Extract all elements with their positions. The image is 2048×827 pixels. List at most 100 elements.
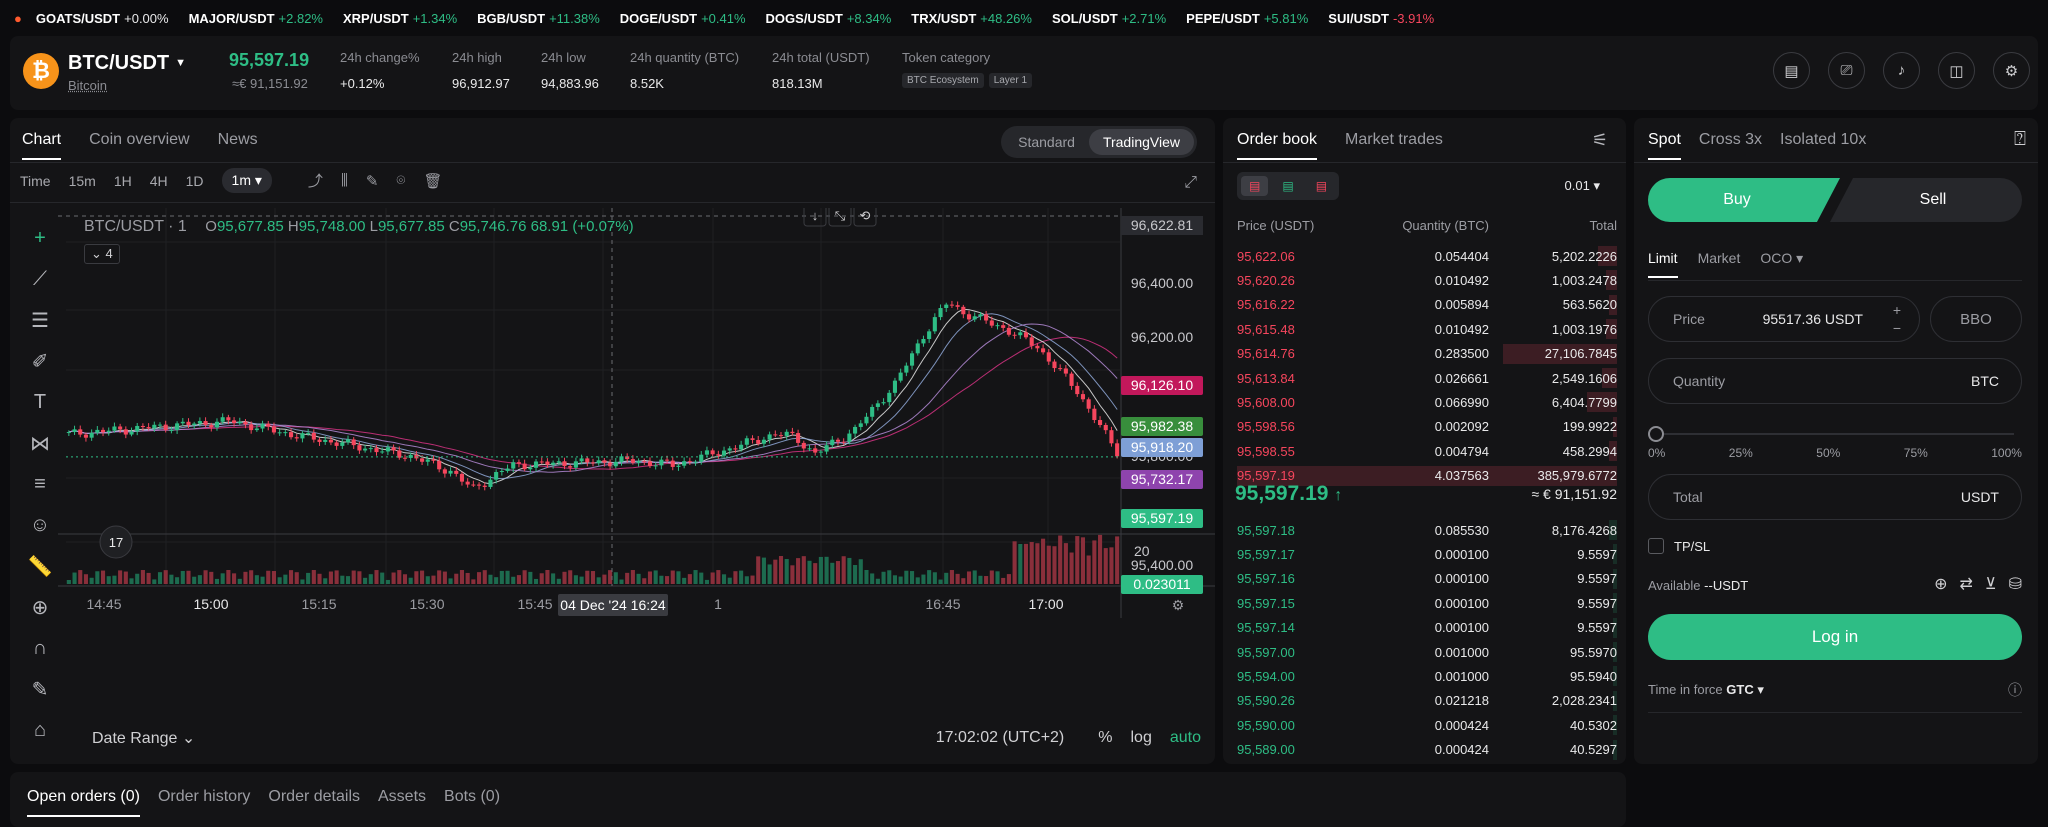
bid-row[interactable]: 95,589.00 0.000424 40.5297 xyxy=(1237,738,1617,762)
bid-row[interactable]: 95,597.15 0.000100 9.5597 xyxy=(1237,591,1617,615)
tab-assets[interactable]: Assets xyxy=(378,788,426,817)
coin-name-link[interactable]: Bitcoin xyxy=(68,78,107,93)
brush-icon[interactable]: ✐ xyxy=(20,341,60,382)
order-type-oco[interactable]: OCO ▾ xyxy=(1760,250,1803,278)
login-button[interactable]: Log in xyxy=(1648,614,2022,660)
ticker-item[interactable]: PEPE/USDT +5.81% xyxy=(1186,11,1308,26)
tag-layer1[interactable]: Layer 1 xyxy=(988,73,1033,88)
bid-row[interactable]: 95,590.26 0.021218 2,028.2341 xyxy=(1237,689,1617,713)
crosshair-icon[interactable]: + xyxy=(20,218,60,259)
view-tradingview[interactable]: TradingView xyxy=(1088,129,1194,155)
tab-chart[interactable]: Chart xyxy=(22,131,62,160)
scale-percent[interactable]: % xyxy=(1098,729,1112,747)
amount-slider[interactable] xyxy=(1648,424,2022,444)
view-standard[interactable]: Standard xyxy=(1004,129,1089,155)
quantity-input[interactable]: Quantity BTC xyxy=(1648,358,2022,404)
ask-row[interactable]: 95,598.56 0.002092 199.9922 xyxy=(1237,415,1617,439)
view-asks-icon[interactable]: ▤ xyxy=(1308,176,1335,196)
edit-lock-icon[interactable]: ✎ xyxy=(20,669,60,710)
ticker-item[interactable]: SOL/USDT +2.71% xyxy=(1052,11,1166,26)
ask-row[interactable]: 95,608.00 0.066990 6,404.7799 xyxy=(1237,390,1617,414)
text-icon[interactable]: T xyxy=(20,382,60,423)
ticker-item[interactable]: TRX/USDT +48.26% xyxy=(911,11,1032,26)
indicator-icon[interactable]: ⤴ xyxy=(308,170,323,191)
camera-icon[interactable]: ⌾ xyxy=(396,172,405,189)
timeframe-1m[interactable]: 1m ▾ xyxy=(221,168,272,193)
ask-row[interactable]: 95,615.48 0.010492 1,003.1976 xyxy=(1237,317,1617,341)
ticker-item[interactable]: BGB/USDT +11.38% xyxy=(477,11,600,26)
view-bids-icon[interactable]: ▤ xyxy=(1274,176,1301,196)
pencil-icon[interactable]: ✎ xyxy=(366,172,379,190)
robot-icon[interactable]: ⍰ xyxy=(2014,128,2026,151)
transfer-icon[interactable]: ⇄ xyxy=(1959,574,1972,594)
ticker-item[interactable]: SUI/USDT -3.91% xyxy=(1328,11,1434,26)
ticket-icon[interactable]: ⎚ xyxy=(1828,52,1865,89)
download-icon[interactable]: ⊻ xyxy=(1985,574,1997,594)
scale-log[interactable]: log xyxy=(1131,729,1152,747)
ticker-item[interactable]: GOATS/USDT +0.00% xyxy=(36,11,169,26)
tab-order-details[interactable]: Order details xyxy=(268,788,360,817)
buy-button[interactable]: Buy xyxy=(1648,178,1840,222)
timeframe-15m[interactable]: 15m xyxy=(69,173,96,189)
bid-row[interactable]: 95,597.17 0.000100 9.5597 xyxy=(1237,542,1617,566)
horizontal-lines-icon[interactable]: ☰ xyxy=(20,300,60,341)
ask-row[interactable]: 95,613.84 0.026661 2,549.1606 xyxy=(1237,366,1617,390)
book-icon[interactable]: ◫ xyxy=(1938,52,1975,89)
price-input[interactable]: Price 95517.36 USDT + − xyxy=(1648,296,1920,342)
order-type-market[interactable]: Market xyxy=(1698,250,1741,278)
zoom-in-icon[interactable]: ⊕ xyxy=(20,587,60,628)
bid-row[interactable]: 95,594.00 0.001000 95.5940 xyxy=(1237,664,1617,688)
tag-btc-ecosystem[interactable]: BTC Ecosystem xyxy=(902,73,984,88)
date-range-button[interactable]: Date Range ⌄ xyxy=(92,728,195,748)
ask-row[interactable]: 95,622.06 0.054404 5,202.2226 xyxy=(1237,244,1617,268)
fullscreen-icon[interactable]: ⤢ xyxy=(1184,174,1197,192)
ask-row[interactable]: 95,620.26 0.010492 1,003.2478 xyxy=(1237,268,1617,292)
bid-row[interactable]: 95,597.16 0.000100 9.5597 xyxy=(1237,567,1617,591)
trash-icon[interactable]: 🗑 xyxy=(423,172,442,190)
pattern-icon[interactable]: ⋈ xyxy=(20,423,60,464)
coins-icon[interactable]: ⛁ xyxy=(2009,574,2022,594)
ticker-item[interactable]: MAJOR/USDT +2.82% xyxy=(189,11,323,26)
tab-market-trades[interactable]: Market trades xyxy=(1345,131,1443,160)
tab-bots[interactable]: Bots (0) xyxy=(444,788,500,817)
sell-button[interactable]: Sell xyxy=(1830,178,2022,222)
pair-selector[interactable]: BTC/USDT ▼ xyxy=(68,52,186,75)
ticker-item[interactable]: DOGE/USDT +0.41% xyxy=(620,11,746,26)
trendline-icon[interactable]: ⟋ xyxy=(20,259,60,300)
bid-row[interactable]: 95,590.00 0.000424 40.5302 xyxy=(1237,713,1617,737)
ask-row[interactable]: 95,616.22 0.005894 563.5620 xyxy=(1237,293,1617,317)
candle-type-icon[interactable]: ⫼ xyxy=(341,172,348,189)
tab-cross[interactable]: Cross 3x xyxy=(1699,131,1762,160)
forecast-icon[interactable]: ≡ xyxy=(20,464,60,505)
magnet-icon[interactable]: ∩ xyxy=(20,628,60,669)
ruler-icon[interactable]: 📏 xyxy=(20,546,60,587)
indicator-toggle[interactable]: ⌄ 4 xyxy=(84,244,120,264)
bid-row[interactable]: 95,597.18 0.085530 8,176.4268 xyxy=(1237,518,1617,542)
tab-news[interactable]: News xyxy=(218,131,258,160)
ticker-item[interactable]: DOGS/USDT +8.34% xyxy=(766,11,892,26)
slider-handle[interactable] xyxy=(1648,426,1664,442)
tab-open-orders[interactable]: Open orders (0) xyxy=(27,788,140,817)
ask-row[interactable]: 95,614.76 0.283500 27,106.7845 xyxy=(1237,342,1617,366)
bid-row[interactable]: 95,597.14 0.000100 9.5597 xyxy=(1237,616,1617,640)
timeframe-time[interactable]: Time xyxy=(20,173,51,189)
tab-order-book[interactable]: Order book xyxy=(1237,131,1318,160)
info-icon[interactable]: ⓘ xyxy=(2008,680,2022,700)
bell-icon[interactable]: ♪ xyxy=(1883,52,1920,89)
ask-row[interactable]: 95,598.55 0.004794 458.2994 xyxy=(1237,439,1617,463)
notes-icon[interactable]: ▤ xyxy=(1773,52,1810,89)
view-both-icon[interactable]: ▤ xyxy=(1241,176,1269,196)
emoji-icon[interactable]: ☺ xyxy=(20,505,60,546)
order-type-limit[interactable]: Limit xyxy=(1648,250,1678,278)
tab-spot[interactable]: Spot xyxy=(1648,131,1681,160)
tab-order-history[interactable]: Order history xyxy=(158,788,250,817)
tpsl-checkbox[interactable]: TP/SL xyxy=(1648,538,1710,554)
timeframe-1h[interactable]: 1H xyxy=(114,173,132,189)
precision-select[interactable]: 0.01 ▾ xyxy=(1565,178,1600,194)
price-chart[interactable]: 96,622.8196,400.0096,200.0095,800.0095,4… xyxy=(58,208,1215,668)
tab-isolated[interactable]: Isolated 10x xyxy=(1780,131,1866,160)
bbo-button[interactable]: BBO xyxy=(1930,296,2022,342)
orderbook-settings-icon[interactable]: ⚟ xyxy=(1592,130,1608,151)
deposit-icon[interactable]: ⊕ xyxy=(1934,574,1947,594)
tab-coin-overview[interactable]: Coin overview xyxy=(89,131,189,160)
